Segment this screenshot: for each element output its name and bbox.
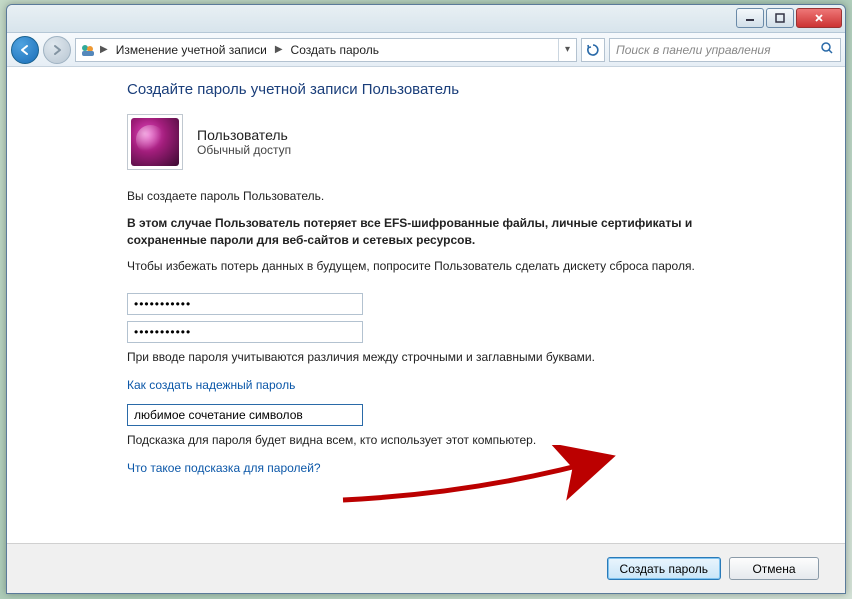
cancel-button[interactable]: Отмена <box>729 557 819 580</box>
breadcrumb-item[interactable]: Изменение учетной записи <box>112 43 271 57</box>
titlebar <box>7 5 845 33</box>
search-placeholder: Поиск в панели управления <box>616 43 771 57</box>
back-button[interactable] <box>11 36 39 64</box>
search-input[interactable]: Поиск в панели управления <box>609 38 841 62</box>
close-button[interactable] <box>796 8 842 28</box>
control-panel-window: ▶ Изменение учетной записи ▶ Создать пар… <box>6 4 846 594</box>
refresh-button[interactable] <box>581 38 605 62</box>
user-info: Пользователь Обычный доступ <box>127 114 821 170</box>
content-area: Создайте пароль учетной записи Пользоват… <box>7 67 845 543</box>
page-title: Создайте пароль учетной записи Пользоват… <box>127 81 821 98</box>
user-accounts-icon <box>80 42 96 58</box>
search-icon[interactable] <box>820 41 834 58</box>
chevron-right-icon: ▶ <box>273 44 285 55</box>
strong-password-link[interactable]: Как создать надежный пароль <box>127 378 295 392</box>
footer: Создать пароль Отмена <box>7 543 845 593</box>
create-password-button[interactable]: Создать пароль <box>607 557 721 580</box>
address-bar[interactable]: ▶ Изменение учетной записи ▶ Создать пар… <box>75 38 577 62</box>
user-role: Обычный доступ <box>197 143 291 157</box>
forward-button[interactable] <box>43 36 71 64</box>
minimize-button[interactable] <box>736 8 764 28</box>
maximize-button[interactable] <box>766 8 794 28</box>
info-text: Чтобы избежать потерь данных в будущем, … <box>127 258 747 275</box>
info-text: Вы создаете пароль Пользователь. <box>127 188 747 205</box>
warning-text: В этом случае Пользователь потеряет все … <box>127 215 747 249</box>
chevron-right-icon: ▶ <box>98 44 110 55</box>
user-meta: Пользователь Обычный доступ <box>197 127 291 157</box>
user-name: Пользователь <box>197 127 291 143</box>
new-password-input[interactable] <box>127 293 363 315</box>
password-hint-input[interactable] <box>127 404 363 426</box>
avatar <box>127 114 183 170</box>
hint-help-link[interactable]: Что такое подсказка для паролей? <box>127 461 321 475</box>
case-note: При вводе пароля учитываются различия ме… <box>127 349 747 366</box>
breadcrumb-item[interactable]: Создать пароль <box>287 43 383 57</box>
address-dropdown[interactable]: ▾ <box>558 39 576 61</box>
hint-note: Подсказка для пароля будет видна всем, к… <box>127 432 747 449</box>
confirm-password-input[interactable] <box>127 321 363 343</box>
navbar: ▶ Изменение учетной записи ▶ Создать пар… <box>7 33 845 67</box>
